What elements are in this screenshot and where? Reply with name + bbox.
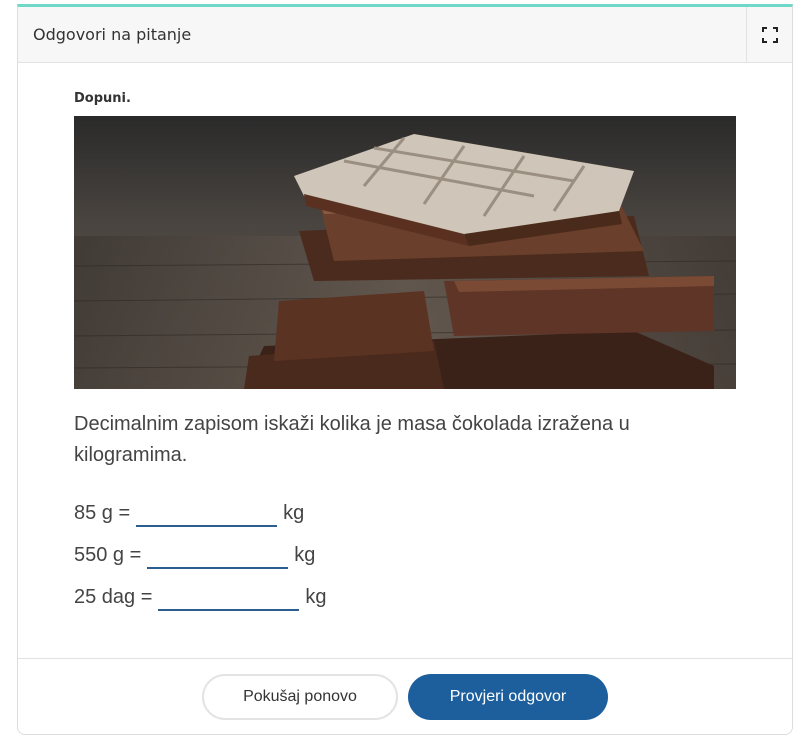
equation-row-3: 25 dag = kg <box>74 577 327 611</box>
card-footer: Pokušaj ponovo Provjeri odgovor <box>18 658 792 734</box>
instruction-text: Dopuni. <box>74 91 131 106</box>
task-content: Dopuni. Decimalnim zapisom iskaži kolika… <box>74 91 736 611</box>
expand-button[interactable] <box>746 7 792 63</box>
unit-label: kg <box>305 586 327 608</box>
answer-input-2[interactable] <box>147 539 289 569</box>
card-title: Odgovori na pitanje <box>33 25 192 44</box>
answer-input-1[interactable] <box>136 497 278 527</box>
check-answer-button[interactable]: Provjeri odgovor <box>408 674 608 720</box>
answer-input-3[interactable] <box>158 581 300 611</box>
equation-label: 550 g = <box>74 544 142 566</box>
card-header: Odgovori na pitanje <box>18 7 792 63</box>
equation-label: 25 dag = <box>74 586 153 608</box>
question-text: Decimalnim zapisom iskaži kolika je masa… <box>74 413 630 466</box>
unit-label: kg <box>294 544 316 566</box>
chocolate-bars-photo <box>74 116 736 389</box>
equation-row-2: 550 g = kg <box>74 535 315 569</box>
unit-label: kg <box>283 502 305 524</box>
retry-button[interactable]: Pokušaj ponovo <box>202 674 398 720</box>
equation-row-1: 85 g = kg <box>74 493 304 527</box>
question-card: Odgovori na pitanje Dopuni. Decimalnim z… <box>17 4 793 735</box>
equation-label: 85 g = <box>74 502 131 524</box>
expand-icon <box>761 27 778 43</box>
